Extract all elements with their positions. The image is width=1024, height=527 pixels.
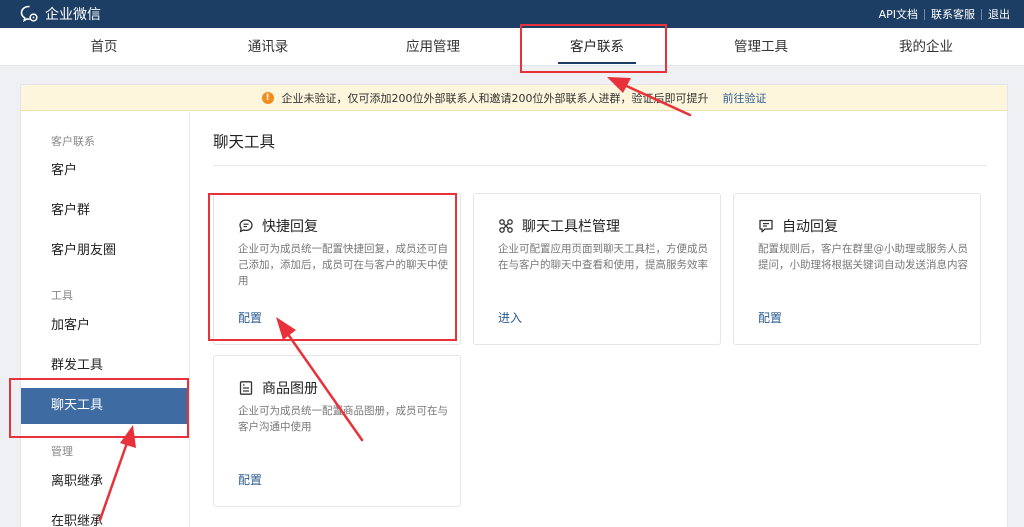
nav-tab-home[interactable]: 首页	[72, 28, 136, 66]
auto-reply-icon	[759, 219, 773, 233]
main-nav: 首页 通讯录 应用管理 客户联系 管理工具 我的企业	[0, 28, 1024, 66]
card-description: 企业可为成员统一配置快捷回复，成员还可自己添加，添加后，成员可在与客户的聊天中使…	[238, 243, 448, 287]
card-header: 自动回复	[758, 216, 838, 236]
verification-notice: ! 企业未验证，仅可添加200位外部联系人和邀请200位外部联系人进群，验证后即…	[21, 85, 1007, 111]
sidebar: 客户联系 客户 客户群 客户朋友圈 工具 加客户 群发工具 聊天工具 管理 离职…	[21, 112, 190, 527]
notice-text: 企业未验证，仅可添加200位外部联系人和邀请200位外部联系人进群，验证后即可提…	[281, 91, 709, 105]
top-links: API文档 联系客服 退出	[879, 0, 1010, 28]
contact-support-link[interactable]: 联系客服	[931, 6, 975, 22]
content-frame: ! 企业未验证，仅可添加200位外部联系人和邀请200位外部联系人进群，验证后即…	[20, 84, 1008, 527]
nav-tab-customer-contact[interactable]: 客户联系	[558, 28, 636, 66]
sidebar-item-resigned-inheritance[interactable]: 离职继承	[21, 464, 189, 500]
card-description: 配置规则后，客户在群里@小助理或服务人员提问，小助理将根据关键词自动发送消息内容	[758, 243, 968, 271]
nav-tab-my-enterprise[interactable]: 我的企业	[890, 28, 962, 66]
card-title: 自动回复	[782, 219, 838, 235]
card-header: 快捷回复	[238, 216, 318, 236]
api-docs-link[interactable]: API文档	[879, 6, 918, 22]
sidebar-item-mass-message[interactable]: 群发工具	[21, 348, 189, 384]
sidebar-item-add-customer[interactable]: 加客户	[21, 308, 189, 344]
title-divider	[213, 165, 987, 166]
nav-tab-management-tools[interactable]: 管理工具	[726, 28, 796, 66]
enter-toolbar-link[interactable]: 进入	[498, 309, 522, 326]
card-title: 快捷回复	[262, 219, 318, 235]
sidebar-group-tools: 工具	[51, 289, 73, 302]
catalog-icon	[239, 381, 253, 395]
verify-link[interactable]: 前往验证	[723, 90, 767, 106]
page-title: 聊天工具	[213, 133, 276, 151]
top-bar: 企业微信 API文档 联系客服 退出	[0, 0, 1024, 28]
configure-quick-reply-link[interactable]: 配置	[238, 309, 262, 326]
card-header: 商品图册	[238, 378, 318, 398]
logout-link[interactable]: 退出	[988, 6, 1010, 22]
sidebar-item-customer-groups[interactable]: 客户群	[21, 193, 189, 229]
toolbar-icon	[499, 219, 513, 233]
configure-catalog-link[interactable]: 配置	[238, 471, 262, 488]
app-logo[interactable]: 企业微信	[20, 4, 101, 24]
card-product-catalog[interactable]: 商品图册 企业可为成员统一配置商品图册，成员可在与客户沟通中使用 配置	[213, 355, 461, 507]
sidebar-item-chat-tools[interactable]: 聊天工具	[21, 388, 189, 424]
card-description: 企业可为成员统一配置商品图册，成员可在与客户沟通中使用	[238, 405, 448, 433]
nav-tab-app-management[interactable]: 应用管理	[398, 28, 468, 66]
wecom-logo-icon	[20, 5, 38, 22]
sidebar-item-moments[interactable]: 客户朋友圈	[21, 233, 189, 269]
card-header: 聊天工具栏管理	[498, 216, 620, 236]
chat-bubble-icon	[239, 219, 253, 233]
nav-tab-contacts[interactable]: 通讯录	[240, 28, 296, 66]
configure-auto-reply-link[interactable]: 配置	[758, 309, 782, 326]
card-quick-reply[interactable]: 快捷回复 企业可为成员统一配置快捷回复，成员还可自己添加，添加后，成员可在与客户…	[213, 193, 461, 345]
card-title: 聊天工具栏管理	[522, 219, 620, 235]
top-link-divider	[981, 8, 982, 20]
card-chat-toolbar[interactable]: 聊天工具栏管理 企业可配置应用页面到聊天工具栏，方便成员在与客户的聊天中查看和使…	[473, 193, 721, 345]
warning-icon: !	[261, 91, 274, 104]
card-title: 商品图册	[262, 381, 318, 397]
sidebar-group-management: 管理	[51, 445, 73, 458]
app-title: 企业微信	[45, 7, 101, 23]
top-link-divider	[924, 8, 925, 20]
sidebar-group-customer-contact: 客户联系	[51, 135, 95, 148]
sidebar-item-customers[interactable]: 客户	[21, 153, 189, 189]
card-description: 企业可配置应用页面到聊天工具栏，方便成员在与客户的聊天中查看和使用，提高服务效率	[498, 243, 708, 271]
sidebar-item-onjob-inheritance[interactable]: 在职继承	[21, 504, 189, 527]
card-auto-reply[interactable]: 自动回复 配置规则后，客户在群里@小助理或服务人员提问，小助理将根据关键词自动发…	[733, 193, 981, 345]
